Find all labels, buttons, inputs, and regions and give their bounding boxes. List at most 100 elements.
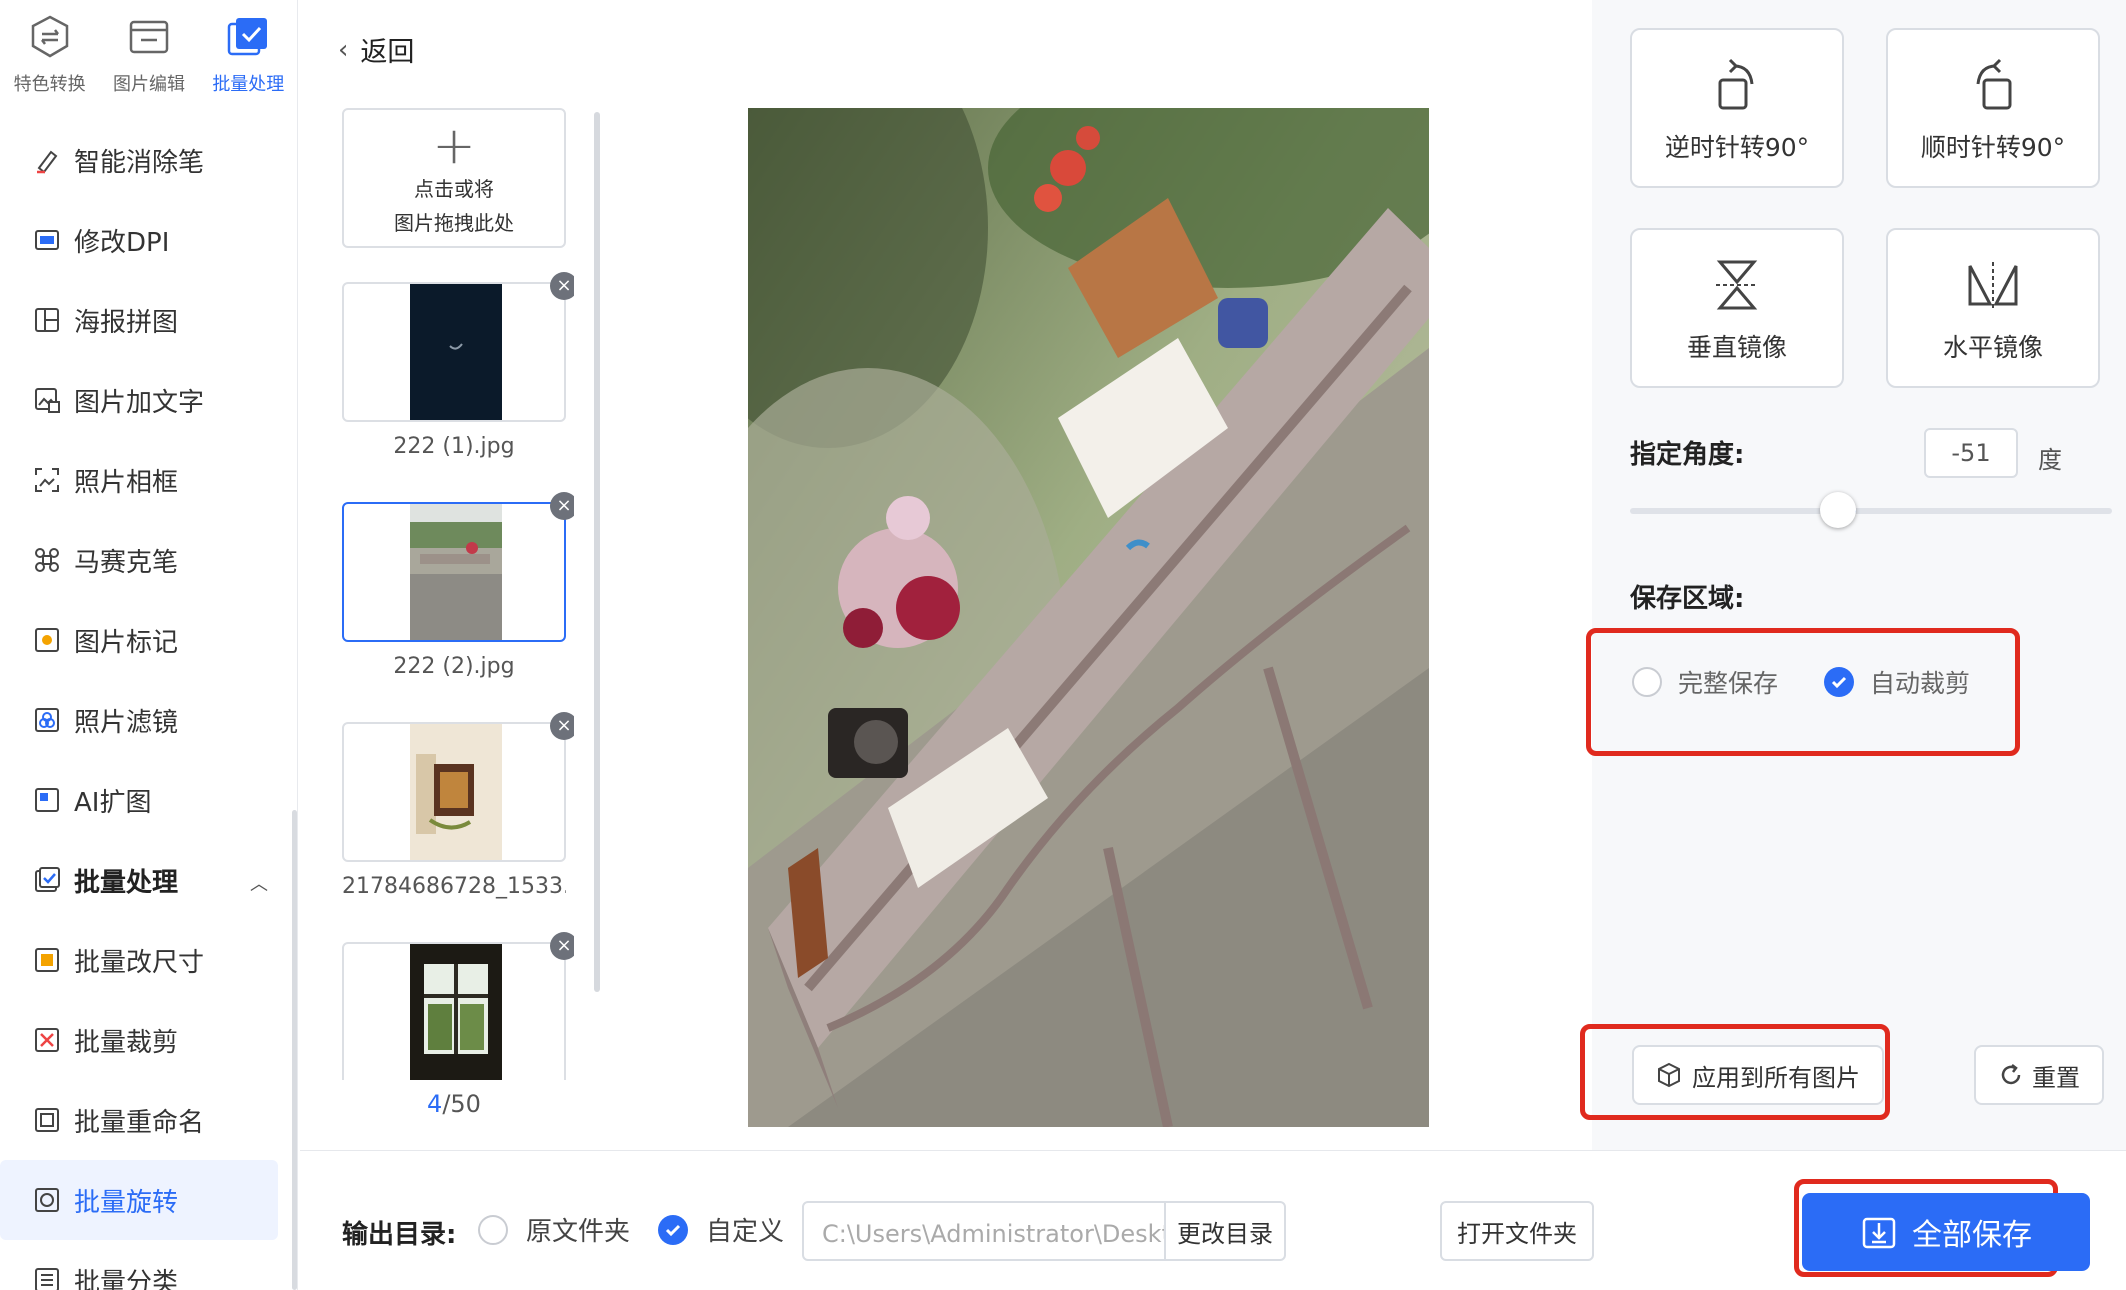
dropzone-text-2: 图片拖拽此处 — [394, 211, 514, 235]
sidebar-item-mark[interactable]: 图片标记 — [0, 600, 290, 680]
remove-thumbnail-button[interactable]: × — [550, 272, 574, 300]
sidebar-item-label: 照片相框 — [74, 467, 179, 498]
radio-label: 自动裁剪 — [1870, 669, 1971, 698]
resize-icon — [32, 945, 62, 975]
sidebar-item-label: 修改DPI — [74, 227, 170, 258]
output-path-value: C:\Users\Administrator\Desktop\图片 — [822, 1219, 1164, 1248]
tab-special-convert[interactable]: 特色转换 — [0, 0, 99, 120]
radio-label: 原文件夹 — [526, 1217, 631, 1247]
apply-to-all-label: 应用到所有图片 — [1692, 1063, 1860, 1092]
horizontal-flip-label: 水平镜像 — [1942, 333, 2043, 362]
tab-batch[interactable]: 批量处理 — [199, 0, 298, 120]
cube-icon — [1658, 1062, 1680, 1088]
convert-icon — [31, 15, 68, 58]
save-all-button[interactable]: 全部保存 — [1802, 1193, 2090, 1271]
radio-auto-crop[interactable]: 自动裁剪 — [1824, 664, 1970, 700]
rename-icon — [32, 1105, 62, 1135]
sidebar-item-batch-rotate[interactable]: 批量旋转 — [0, 1160, 278, 1240]
radio-custom-folder[interactable]: 自定义 — [658, 1211, 784, 1248]
ai-expand-icon — [32, 785, 62, 815]
thumbnail-scrollbar[interactable] — [594, 112, 600, 992]
image-counter: 4/50 — [342, 1090, 566, 1118]
tab-label: 特色转换 — [13, 74, 86, 95]
open-folder-button[interactable]: 打开文件夹 — [1440, 1201, 1594, 1261]
sidebar-item-label: 批量改尺寸 — [74, 947, 205, 978]
sidebar-item-ai-expand[interactable]: AI扩图 — [0, 760, 290, 840]
chevron-up-icon: ︿ — [250, 874, 268, 895]
angle-input[interactable]: -51 — [1924, 428, 2018, 478]
sidebar-item-image-text[interactable]: 图片加文字 — [0, 360, 290, 440]
reset-button[interactable]: 重置 — [1974, 1045, 2104, 1105]
sidebar-scrollbar[interactable] — [292, 810, 297, 1290]
remove-thumbnail-button[interactable]: × — [550, 492, 574, 520]
tab-image-edit[interactable]: 图片编辑 — [99, 0, 198, 120]
image-text-icon — [32, 385, 62, 415]
sidebar-item-eraser[interactable]: 智能消除笔 — [0, 120, 290, 200]
rotate-ccw-button[interactable]: 逆时针转90° — [1630, 28, 1844, 188]
angle-slider-track[interactable] — [1630, 508, 2112, 514]
vertical-flip-icon — [1716, 260, 1758, 310]
sidebar-item-label: 批量裁剪 — [74, 1027, 179, 1058]
thumbnail-filename: 21784686728_1533... — [342, 874, 566, 899]
vertical-flip-label: 垂直镜像 — [1686, 333, 1787, 362]
output-dir-label: 输出目录: — [342, 1220, 457, 1250]
dpi-icon — [32, 225, 62, 255]
thumbnail-image — [410, 944, 502, 1080]
sidebar-item-dpi[interactable]: 修改DPI — [0, 200, 290, 280]
crop-icon — [32, 1025, 62, 1055]
collage-icon — [32, 305, 62, 335]
rotate-icon — [32, 1185, 62, 1215]
download-icon — [1862, 1217, 1896, 1249]
thumbnail-filename: 222 (1).jpg — [393, 434, 515, 459]
remove-thumbnail-button[interactable]: × — [550, 712, 574, 740]
vertical-flip-button[interactable]: 垂直镜像 — [1630, 228, 1844, 388]
sidebar-item-batch-resize[interactable]: 批量改尺寸 — [0, 920, 290, 1000]
sidebar-item-photo-frame[interactable]: 照片相框 — [0, 440, 290, 520]
apply-to-all-button[interactable]: 应用到所有图片 — [1632, 1045, 1884, 1105]
rotate-cw-button[interactable]: 顺时针转90° — [1886, 28, 2100, 188]
thumbnail-1[interactable]: × — [342, 272, 574, 422]
sidebar-item-label: 图片标记 — [74, 627, 179, 658]
sidebar-item-label: 批量分类 — [74, 1267, 179, 1290]
remove-thumbnail-button[interactable]: × — [550, 932, 574, 960]
eraser-pen-icon — [32, 145, 62, 175]
sidebar-item-batch-crop[interactable]: 批量裁剪 — [0, 1000, 290, 1080]
image-preview — [748, 108, 1429, 1127]
chevron-left-icon: ‹ — [338, 34, 349, 65]
sidebar-group-batch[interactable]: 批量处理 ︿ — [0, 840, 290, 920]
add-image-dropzone[interactable]: + 点击或将 图片拖拽此处 — [342, 108, 566, 248]
rotation-settings-panel: 逆时针转90° 顺时针转90° 垂直镜像 水平镜像 指定角度: -51 度 保存… — [1580, 0, 2126, 1150]
save-area-label: 保存区域: — [1630, 584, 1745, 614]
back-button[interactable]: ‹ 返回 — [338, 30, 414, 69]
tab-label: 批量处理 — [212, 74, 285, 95]
plus-icon: + — [432, 116, 476, 176]
angle-slider-handle[interactable] — [1820, 492, 1856, 528]
radio-label: 完整保存 — [1678, 669, 1779, 698]
radio-full-save[interactable]: 完整保存 — [1632, 664, 1778, 700]
output-path-field[interactable]: C:\Users\Administrator\Desktop\图片 更改目录 — [802, 1201, 1286, 1261]
sidebar-item-batch-rename[interactable]: 批量重命名 — [0, 1080, 290, 1160]
sidebar-item-collage[interactable]: 海报拼图 — [0, 280, 290, 360]
sidebar-item-label: 批量重命名 — [74, 1107, 205, 1138]
thumbnail-4[interactable]: × — [342, 932, 574, 1080]
sidebar: 特色转换 图片编辑 批量处理 智能消除笔 修改DPI 海报拼图 图片加文字 照片… — [0, 0, 298, 1290]
angle-label: 指定角度: — [1630, 440, 1745, 470]
horizontal-flip-button[interactable]: 水平镜像 — [1886, 228, 2100, 388]
classify-icon — [32, 1265, 62, 1290]
sidebar-item-batch-classify[interactable]: 批量分类 — [0, 1240, 290, 1290]
back-label: 返回 — [360, 37, 415, 68]
sidebar-item-label: 批量旋转 — [74, 1187, 179, 1218]
radio-original-folder[interactable]: 原文件夹 — [478, 1211, 630, 1248]
rotate-cw-label: 顺时针转90° — [1920, 133, 2066, 162]
change-dir-button[interactable]: 更改目录 — [1164, 1203, 1284, 1259]
thumbnail-2[interactable]: × — [342, 492, 574, 642]
reset-label: 重置 — [2032, 1063, 2080, 1092]
thumbnail-list: + 点击或将 图片拖拽此处 × 222 (1).jpg × 222 (2).jp… — [342, 108, 574, 1080]
output-bar: 输出目录: 原文件夹 自定义 C:\Users\Administrator\De… — [300, 1150, 2126, 1290]
sidebar-item-label: 图片加文字 — [74, 387, 205, 418]
mosaic-icon — [32, 545, 62, 575]
sidebar-item-mosaic[interactable]: 马赛克笔 — [0, 520, 290, 600]
thumbnail-3[interactable]: × — [342, 712, 574, 862]
thumbnail-image — [410, 504, 502, 640]
sidebar-item-filter[interactable]: 照片滤镜 — [0, 680, 290, 760]
